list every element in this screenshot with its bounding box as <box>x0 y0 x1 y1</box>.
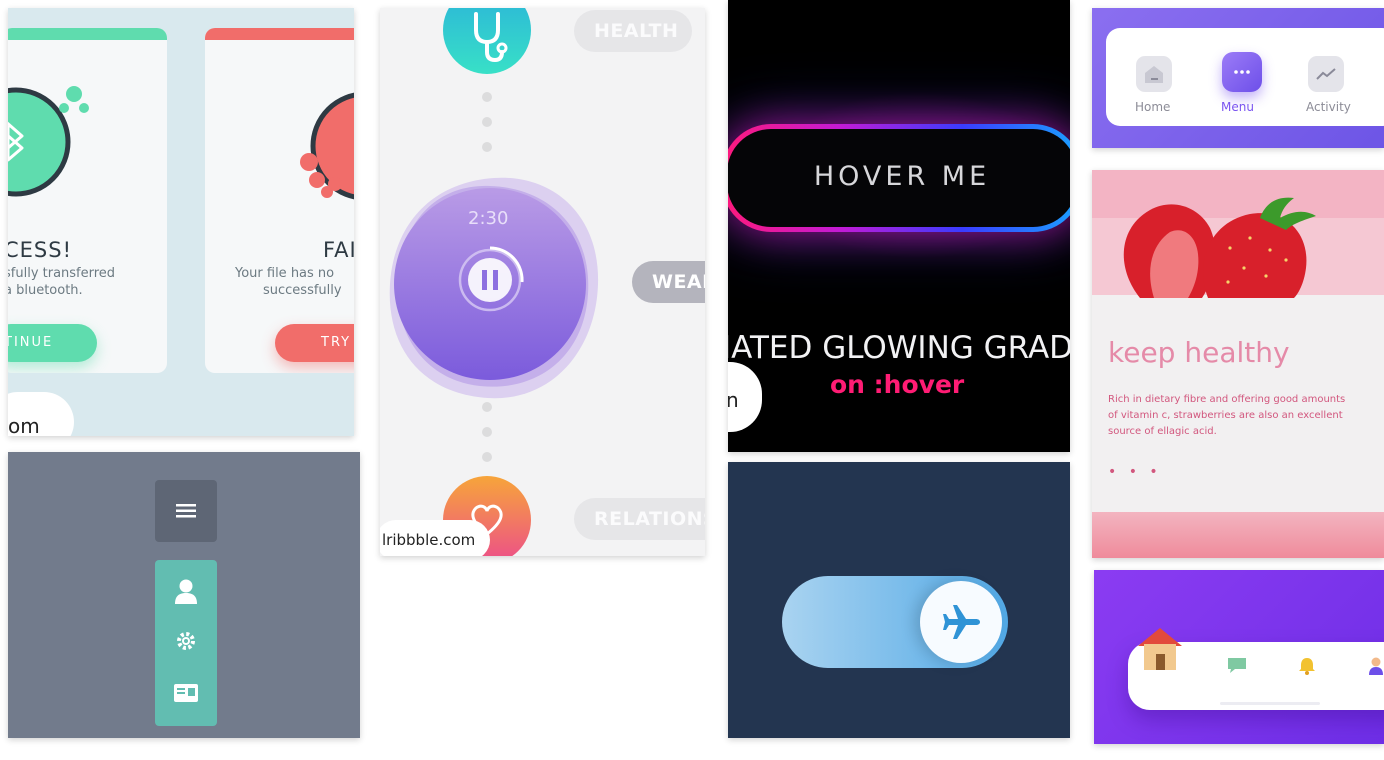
success-card-bar <box>8 28 167 40</box>
card-body-line3: source of ellagic acid. <box>1108 426 1217 437</box>
card-body: Rich in dietary fibre and offering good … <box>1108 392 1345 440</box>
bluetooth-icon <box>8 86 89 197</box>
stethoscope-icon[interactable] <box>442 8 532 74</box>
success-title: CESS! <box>8 238 73 262</box>
airplane-toggle[interactable] <box>782 576 1008 668</box>
home-icon <box>1145 66 1163 83</box>
success-card: CESS! sfully transferred a bluetooth. TI… <box>8 28 167 373</box>
bluetooth-cards-shot: CESS! sfully transferred a bluetooth. TI… <box>8 8 354 436</box>
source-pill: om <box>8 392 74 436</box>
airplane-toggle-shot <box>728 462 1070 738</box>
strawberry-shot: keep healthy Rich in dietary fibre and o… <box>1092 170 1384 558</box>
user-icon[interactable] <box>174 578 198 604</box>
source-pill: n <box>728 362 762 432</box>
source-label: lribbble.com <box>382 531 476 549</box>
menu-dots-icon <box>1234 70 1250 74</box>
category-health[interactable]: HEALTH <box>574 10 692 52</box>
glow-button-shot: HOVER ME IATED GLOWING GRAD on :hover n <box>728 0 1070 452</box>
tab-menu[interactable]: Menu <box>1221 100 1254 114</box>
house-icon[interactable] <box>1134 626 1186 672</box>
source-label: om <box>8 414 40 436</box>
home-tab-icon-box[interactable] <box>1136 56 1172 92</box>
purple-nav-shot <box>1094 570 1384 744</box>
card-body-line2: of vitamin c, strawberries are also an e… <box>1108 410 1343 421</box>
timeline-dot <box>482 452 492 462</box>
profile-icon[interactable] <box>1368 656 1384 676</box>
pager-dots[interactable]: • • • <box>1108 464 1162 480</box>
hover-me-label: HOVER ME <box>813 161 991 192</box>
source-label: n <box>728 388 739 412</box>
success-text-line2: a bluetooth. <box>8 283 83 298</box>
bell-icon[interactable] <box>1298 656 1316 676</box>
gear-icon[interactable] <box>175 630 197 652</box>
timeline-dot <box>482 427 492 437</box>
tabbar-card: Home Menu Activity <box>1106 28 1384 126</box>
category-relationships[interactable]: RELATIONS <box>574 498 705 540</box>
source-pill: lribbble.com <box>380 520 490 556</box>
card-body-line1: Rich in dietary fibre and offering good … <box>1108 394 1346 405</box>
continue-button[interactable]: TINUE <box>8 324 97 362</box>
airplane-icon <box>943 605 980 639</box>
card-title: keep healthy <box>1108 336 1290 369</box>
fail-text-line1: Your file has no <box>235 266 335 281</box>
activity-tab-icon-box[interactable] <box>1308 56 1344 92</box>
id-card-icon[interactable] <box>174 684 198 702</box>
fail-card-bar <box>205 28 354 40</box>
fail-card: FAI Your file has no successfully TRY <box>205 28 354 373</box>
home-indicator <box>1220 702 1320 705</box>
timer-text: 2:30 <box>468 208 509 229</box>
timeline-dot <box>482 117 492 127</box>
success-text-line1: sfully transferred <box>8 266 116 281</box>
timeline-dot <box>482 402 492 412</box>
activity-icon <box>1316 68 1336 80</box>
hamburger-icon <box>176 504 196 518</box>
tab-home[interactable]: Home <box>1135 100 1170 114</box>
hover-me-button[interactable]: HOVER ME <box>728 124 1070 232</box>
caption-line2: on :hover <box>830 370 965 399</box>
card-footer <box>1092 512 1384 558</box>
caption-line1: IATED GLOWING GRAD <box>728 330 1070 366</box>
try-again-button[interactable]: TRY <box>275 324 354 362</box>
category-wealth[interactable]: WEAL <box>632 261 705 303</box>
tabbar-shot: Home Menu Activity <box>1092 8 1384 148</box>
strawberry-image <box>1123 197 1316 298</box>
meditation-shot: HEALTH 2:30 WEAL RELATIONS lribbble.com <box>380 8 705 556</box>
pause-icon[interactable] <box>479 269 501 291</box>
timeline-dot <box>482 92 492 102</box>
fail-text-line2: successfully <box>263 283 342 298</box>
menu-tab-icon-box[interactable] <box>1222 52 1262 92</box>
toggle-knob[interactable] <box>920 581 1002 663</box>
fail-bubble-icon <box>300 92 354 200</box>
dropdown-panel <box>155 560 217 726</box>
tab-activity[interactable]: Activity <box>1306 100 1351 114</box>
hamburger-button[interactable] <box>155 480 217 542</box>
fail-title: FAI <box>323 238 354 262</box>
hamburger-menu-shot <box>8 452 360 738</box>
timeline-dot <box>482 142 492 152</box>
chat-icon[interactable] <box>1226 656 1248 674</box>
